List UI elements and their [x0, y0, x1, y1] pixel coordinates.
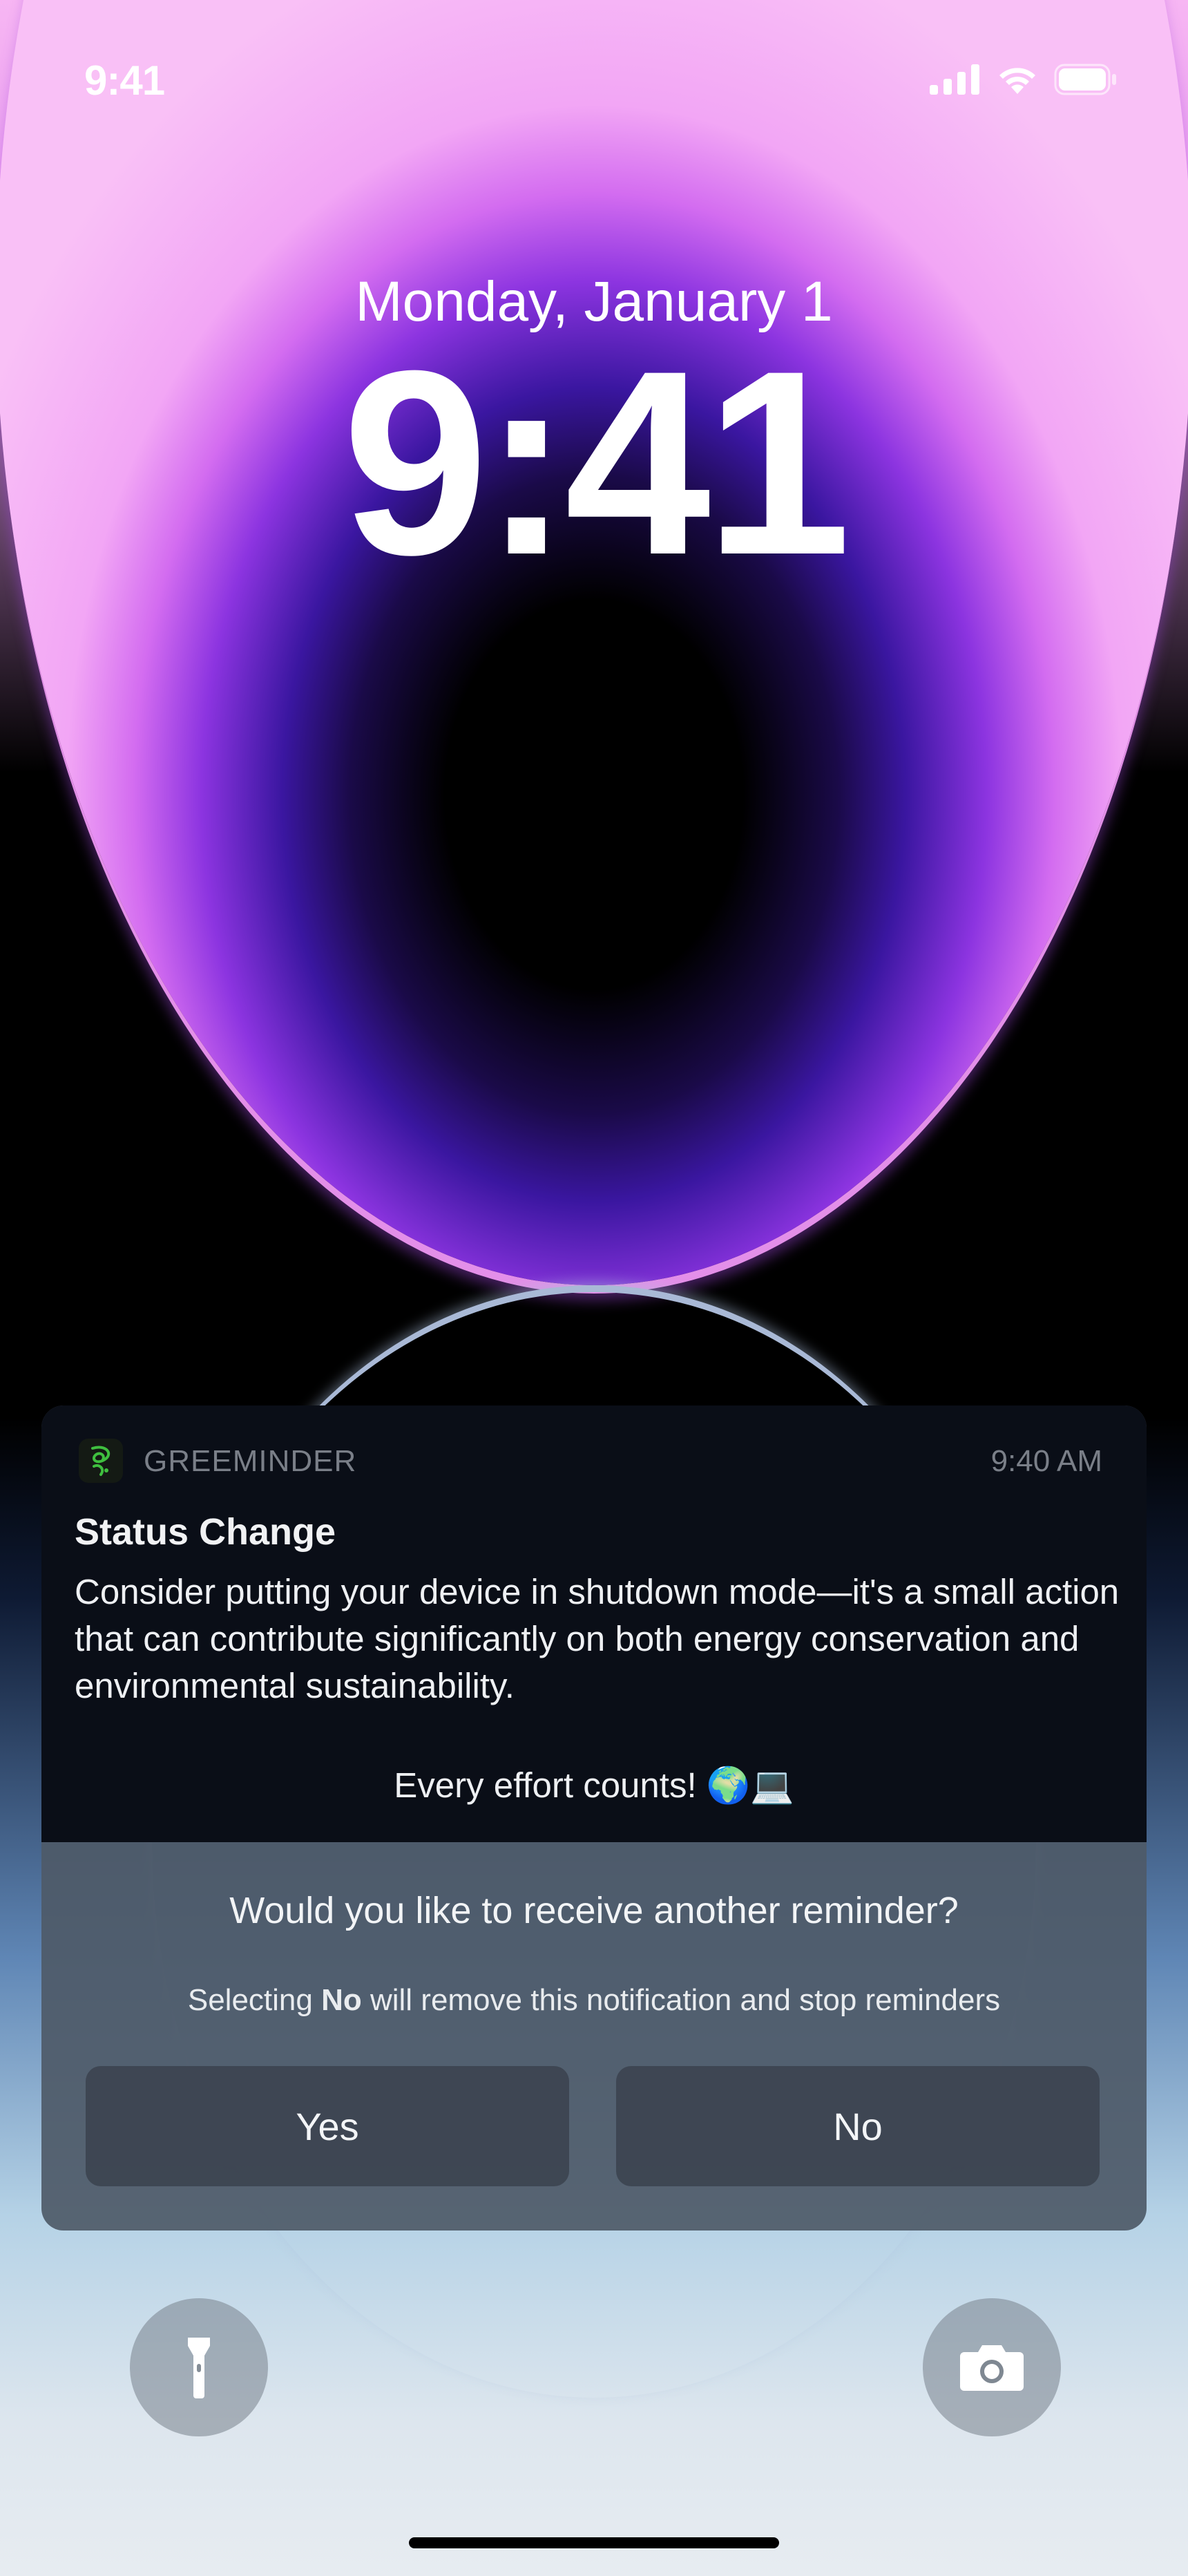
notification-body: Consider putting your device in shutdown… — [75, 1572, 1120, 1705]
wallpaper-orb — [0, 0, 1188, 1285]
hint-bold: No — [321, 1983, 362, 2017]
flashlight-button[interactable] — [130, 2298, 268, 2436]
lock-clock: 9:41 — [342, 316, 852, 609]
notification-card[interactable]: GREEMINDER 9:40 AM Status Change Conside… — [41, 1405, 1147, 2231]
home-indicator[interactable] — [409, 2537, 779, 2548]
reminder-hint: Selecting No will remove this notificati… — [41, 1983, 1147, 2018]
greeminder-app-icon — [79, 1439, 123, 1483]
reminder-question: Would you like to receive another remind… — [229, 1890, 959, 1931]
camera-icon — [960, 2345, 1024, 2391]
camera-button[interactable] — [923, 2298, 1061, 2436]
no-button[interactable]: No — [616, 2066, 1100, 2186]
notification-time: 9:40 AM — [990, 1444, 1102, 1478]
status-icons — [930, 64, 1118, 95]
lock-screen: 9:41 Monday, January 1 9:41 GREEMINDER 9… — [0, 0, 1188, 2576]
notification-title: Status Change — [75, 1511, 336, 1553]
yes-button[interactable]: Yes — [86, 2066, 569, 2186]
flashlight-icon — [188, 2338, 210, 2398]
status-time: 9:41 — [84, 57, 165, 104]
hint-suffix: will remove this notification and stop r… — [361, 1983, 1001, 2017]
notification-app-name: GREEMINDER — [144, 1444, 357, 1478]
wifi-icon — [999, 68, 1035, 94]
hint-prefix: Selecting — [187, 1983, 322, 2017]
notification-content: GREEMINDER 9:40 AM Status Change Conside… — [41, 1405, 1147, 1842]
battery-icon — [1054, 64, 1116, 95]
notification-extra: Every effort counts! 🌍💻 — [394, 1765, 794, 1805]
cellular-signal-icon — [930, 64, 979, 95]
